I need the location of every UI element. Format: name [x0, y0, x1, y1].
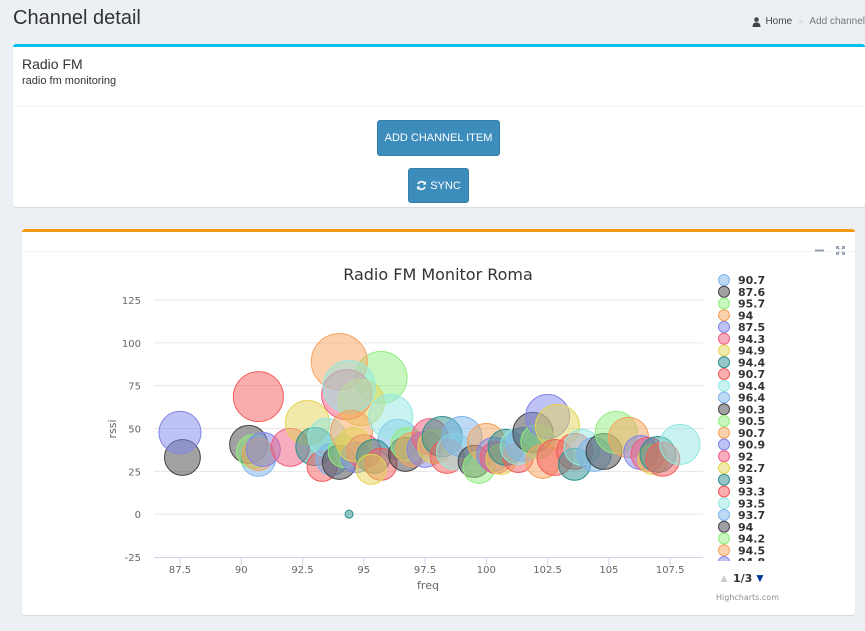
- legend-marker-icon: [718, 344, 730, 357]
- legend-marker-icon: [718, 415, 730, 427]
- bubble-point: [659, 423, 701, 466]
- legend-marker-icon: [718, 473, 730, 486]
- chart-title: Radio FM Monitor Roma: [343, 265, 533, 284]
- legend-marker-icon: [718, 309, 730, 322]
- y-tick-label: 50: [128, 425, 141, 436]
- legend-page-up-arrow[interactable]: ▲: [718, 571, 730, 585]
- y-axis-title: rssi: [106, 419, 119, 438]
- legend-marker-icon: [718, 379, 730, 392]
- legend-item-label: 94.8: [738, 556, 765, 569]
- legend-marker-icon: [718, 332, 730, 345]
- y-tick-label: 0: [135, 510, 141, 521]
- x-axis-title: freq: [417, 579, 439, 592]
- legend-marker-icon: [718, 497, 730, 510]
- legend-item[interactable]: 94.8: [718, 556, 766, 569]
- x-tick-label: 107.5: [656, 565, 685, 576]
- legend-page-indicator: 1/3: [733, 572, 752, 585]
- y-tick-label: 125: [122, 296, 141, 307]
- x-tick-label: 87.5: [169, 565, 191, 576]
- x-tick-label: 100: [477, 565, 496, 576]
- legend-page-down-arrow[interactable]: ▼: [754, 571, 766, 585]
- legend-marker-icon: [718, 403, 730, 416]
- legend-marker-icon: [718, 426, 730, 439]
- bubble-point: [232, 371, 284, 423]
- legend-marker-icon: [718, 544, 730, 557]
- highcharts-credits[interactable]: Highcharts.com: [716, 593, 779, 602]
- bubble-point: [322, 360, 376, 414]
- y-tick-label: 25: [128, 467, 141, 478]
- y-tick-label: -25: [125, 553, 141, 564]
- legend-navigation: ▲ 1/3 ▼: [718, 571, 766, 585]
- legend-marker-icon: [718, 285, 730, 298]
- legend-marker-icon: [718, 532, 730, 545]
- legend-marker-icon: [718, 556, 730, 561]
- legend-marker-icon: [718, 368, 730, 380]
- x-tick-label: 90: [235, 565, 248, 576]
- legend-marker-icon: [718, 297, 730, 310]
- legend-marker-icon: [718, 356, 730, 369]
- x-tick-label: 102.5: [533, 565, 562, 576]
- x-tick-label: 92.5: [291, 565, 313, 576]
- y-tick-label: 75: [128, 382, 141, 393]
- legend-marker-icon: [718, 391, 730, 404]
- legend: 90.787.695.79487.594.394.994.490.794.496…: [718, 274, 766, 569]
- legend-marker-icon: [718, 450, 730, 463]
- legend-marker-icon: [718, 520, 730, 533]
- legend-marker-icon: [718, 274, 730, 286]
- x-tick-label: 97.5: [414, 565, 436, 576]
- legend-marker-icon: [718, 485, 730, 498]
- bubble-point: [355, 453, 387, 485]
- bubble-chart: -25 0 25 50 75 100 125 87.5 90 92.5 95 97.5 100 102.5…: [106, 265, 779, 602]
- bubble-series: [158, 333, 701, 519]
- legend-marker-icon: [718, 509, 730, 521]
- x-tick-label: 105: [599, 565, 618, 576]
- y-tick-label: 100: [122, 339, 141, 350]
- bubble-point: [344, 509, 354, 519]
- legend-marker-icon: [718, 438, 730, 451]
- x-tick-label: 95: [357, 565, 370, 576]
- legend-marker-icon: [718, 462, 730, 474]
- legend-marker-icon: [718, 321, 730, 333]
- bubble-point: [158, 410, 202, 454]
